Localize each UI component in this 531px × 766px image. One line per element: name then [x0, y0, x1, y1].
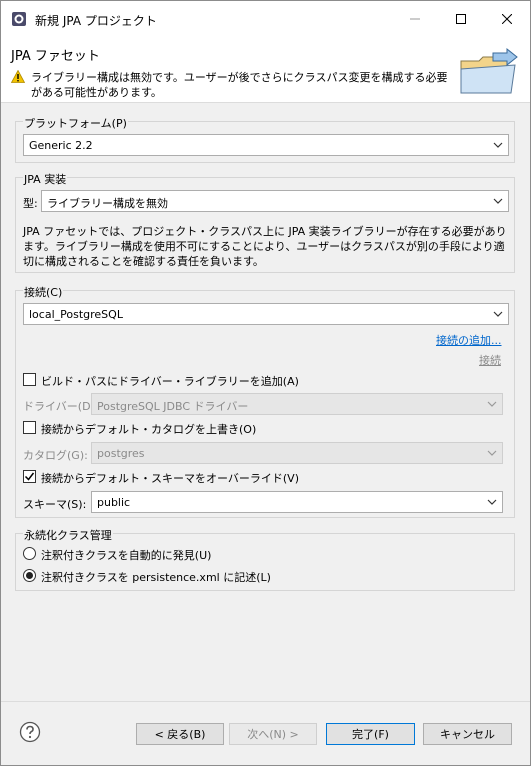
- persistence-xml-radio[interactable]: [23, 569, 36, 582]
- driver-select[interactable]: PostgreSQL JDBC ドライバー: [91, 393, 503, 415]
- persistence-xml-radio-label[interactable]: 注釈付きクラスを persistence.xml に記述(L): [41, 569, 271, 585]
- schema-select-value: public: [97, 496, 131, 509]
- connect-link[interactable]: 接続: [479, 352, 501, 368]
- connection-group-label: 接続(C): [23, 284, 64, 300]
- jpa-impl-description: JPA ファセットでは、プロジェクト・クラスパス上に JPA 実装ライブラリーが…: [23, 225, 507, 268]
- type-label: 型:: [23, 197, 38, 210]
- close-button[interactable]: [484, 1, 530, 37]
- header-message: ライブラリー構成は無効です。ユーザーが後でさらにクラスパス変更を構成する必要があ…: [31, 71, 448, 99]
- platform-select-value: Generic 2.2: [29, 139, 93, 152]
- eclipse-app-icon: [12, 12, 26, 26]
- chevron-down-icon: [493, 142, 503, 148]
- back-button[interactable]: < 戻る(B): [136, 723, 224, 745]
- catalog-label: カタログ(G):: [23, 449, 88, 462]
- connection-select[interactable]: local_PostgreSQL: [23, 303, 509, 325]
- dialog-window: 新規 JPA プロジェクト JPA ファセット ライブラリー構成は無効です。ユー…: [0, 0, 531, 766]
- auto-discover-radio-label[interactable]: 注釈付きクラスを自動的に発見(U): [41, 547, 211, 563]
- override-catalog-checkbox[interactable]: [23, 421, 36, 434]
- checkmark-icon: [24, 472, 35, 481]
- override-catalog-checkbox-label[interactable]: 接続からデフォルト・カタログを上書き(O): [41, 421, 256, 437]
- next-button[interactable]: 次へ(N) >: [229, 723, 317, 745]
- platform-group-label: プラットフォーム(P): [23, 115, 128, 131]
- footer-divider: [1, 701, 530, 702]
- jpa-type-select[interactable]: ライブラリー構成を無効: [41, 190, 509, 212]
- chevron-down-icon: [487, 450, 497, 456]
- page-title: JPA ファセット: [11, 49, 100, 64]
- schema-select[interactable]: public: [91, 491, 503, 513]
- driver-label: ドライバー(D):: [23, 400, 99, 413]
- add-driver-checkbox[interactable]: [23, 373, 36, 386]
- cancel-button[interactable]: キャンセル: [423, 723, 512, 745]
- add-connection-link[interactable]: 接続の追加...: [436, 332, 502, 348]
- minimize-button[interactable]: [392, 1, 438, 37]
- close-icon: [502, 14, 512, 24]
- maximize-icon: [456, 14, 466, 24]
- catalog-select-value: postgres: [97, 447, 145, 460]
- chevron-down-icon: [493, 198, 503, 204]
- maximize-button[interactable]: [438, 1, 484, 37]
- chevron-down-icon: [487, 401, 497, 407]
- chevron-down-icon: [487, 499, 497, 505]
- catalog-select[interactable]: postgres: [91, 442, 503, 464]
- persistence-group-label: 永続化クラス管理: [23, 527, 113, 543]
- jpa-impl-group-label: JPA 実装: [23, 171, 68, 187]
- jpa-type-select-value: ライブラリー構成を無効: [47, 197, 168, 210]
- override-schema-checkbox-label[interactable]: 接続からデフォルト・スキーマをオーバーライド(V): [41, 470, 299, 486]
- help-icon[interactable]: [19, 721, 41, 743]
- connection-select-value: local_PostgreSQL: [29, 308, 123, 321]
- driver-select-value: PostgreSQL JDBC ドライバー: [97, 400, 249, 413]
- title-bar: 新規 JPA プロジェクト: [1, 1, 530, 37]
- chevron-down-icon: [493, 311, 503, 317]
- platform-select[interactable]: Generic 2.2: [23, 134, 509, 156]
- auto-discover-radio[interactable]: [23, 547, 36, 560]
- wizard-header: JPA ファセット ライブラリー構成は無効です。ユーザーが後でさらにクラスパス変…: [1, 37, 530, 103]
- override-schema-checkbox[interactable]: [23, 470, 36, 483]
- radio-selected-dot: [26, 572, 33, 579]
- finish-button[interactable]: 完了(F): [326, 723, 415, 745]
- folder-wizard-icon: [460, 47, 518, 94]
- warning-icon: [11, 70, 25, 83]
- schema-label: スキーマ(S):: [23, 498, 87, 511]
- minimize-icon: [410, 18, 420, 20]
- add-driver-checkbox-label[interactable]: ビルド・パスにドライバー・ライブラリーを追加(A): [41, 373, 299, 389]
- window-title: 新規 JPA プロジェクト: [35, 14, 157, 28]
